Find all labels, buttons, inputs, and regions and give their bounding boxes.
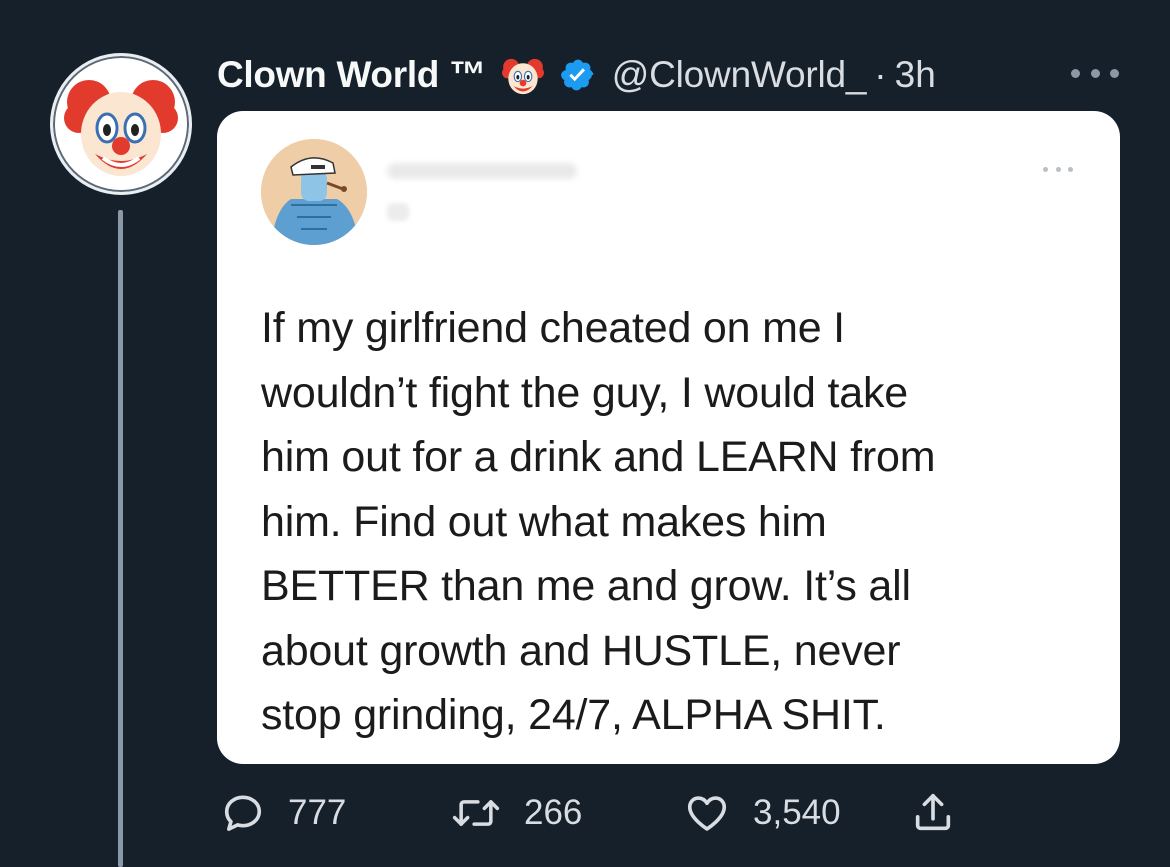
- like-button[interactable]: 3,540: [683, 788, 841, 838]
- dot-icon: [1090, 68, 1100, 78]
- more-options-button[interactable]: [1071, 63, 1119, 83]
- profile-avatar[interactable]: [50, 53, 192, 195]
- tweet-actions: 777 266 3,540: [0, 788, 1170, 838]
- retweet-button[interactable]: 266: [450, 788, 582, 838]
- quoted-name-redacted: [387, 163, 577, 179]
- quoted-tweet-text: If my girlfriend cheated on me I wouldn’…: [261, 304, 936, 739]
- tweet-header: Clown World ™ @ClownWorld_ · 3h: [217, 40, 936, 110]
- dot-icon: [1071, 68, 1080, 78]
- heart-icon: [687, 796, 727, 831]
- verified-badge-icon: [560, 57, 596, 93]
- quoted-more-options[interactable]: [1043, 167, 1073, 175]
- reply-button[interactable]: 777: [220, 788, 346, 838]
- retweet-count: 266: [524, 793, 583, 832]
- author-name[interactable]: Clown World ™: [217, 54, 486, 96]
- dot-icon: [1110, 68, 1119, 78]
- thread-line: [118, 210, 123, 867]
- retweet-icon: [452, 800, 500, 826]
- share-icon: [915, 793, 951, 831]
- dot-icon: [1043, 167, 1048, 172]
- quoted-tweet-card[interactable]: If my girlfriend cheated on me I wouldn’…: [217, 111, 1120, 764]
- clown-face-icon: [64, 80, 178, 176]
- quoted-handle-redacted: [387, 203, 409, 221]
- quoted-avatar: [261, 139, 367, 245]
- dot-icon: [1068, 167, 1073, 172]
- separator-dot: ·: [874, 54, 887, 95]
- reply-icon: [224, 795, 262, 831]
- dot-icon: [1055, 167, 1061, 172]
- reply-count: 777: [288, 793, 347, 832]
- clown-face-icon: [498, 50, 548, 100]
- share-button[interactable]: [910, 788, 956, 838]
- like-count: 3,540: [753, 793, 841, 832]
- tweet-time[interactable]: 3h: [895, 54, 936, 96]
- author-handle[interactable]: @ClownWorld_: [612, 54, 867, 96]
